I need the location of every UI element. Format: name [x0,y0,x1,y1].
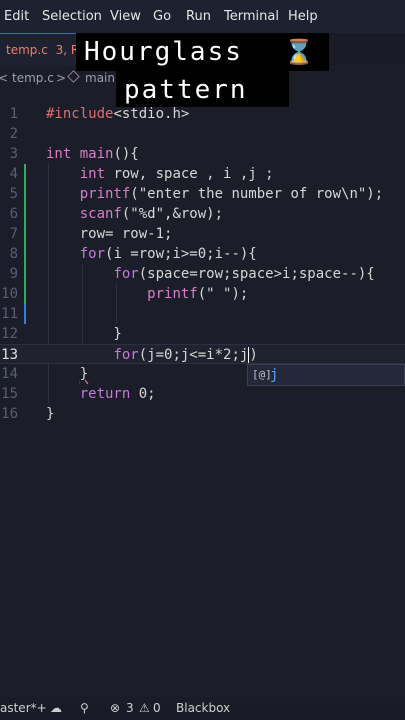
line-number: 16 [1,406,18,422]
code-text: } [46,326,122,342]
code-line: 5 printf("enter the number of row\n"); [0,184,405,204]
menu-selection[interactable]: Selection [42,9,102,24]
code-line: 9 for(space=row;space>i;space--){ [0,264,405,284]
title-overlay-line1: Hourglass ⌛ [76,33,329,71]
breadcrumb-file[interactable]: temp.c [12,65,54,91]
menu-run[interactable]: Run [186,9,211,24]
code-line: 15 return 0; [0,384,405,404]
menu-bar: Edit Selection View Go Run Terminal Help [0,0,405,33]
code-line-current: 13 for(j=0;j<=i*2;j) [0,344,405,364]
line-number: 8 [9,246,18,262]
code-text: } [46,406,55,422]
code-line: 12 } [0,324,405,344]
code-line: 11 [0,304,405,324]
code-text: return 0; [79,386,156,402]
code-text: for(space=row;space>i;space--){ [113,266,375,282]
line-number: 5 [9,186,18,202]
autocomplete-popup[interactable]: [@] j [247,364,405,386]
sync-icon[interactable]: ☁ [50,697,62,720]
line-number: 2 [9,126,18,142]
code-text: printf(" "); [147,286,249,302]
chevron-left-icon: < [0,71,9,85]
title-line2: pattern [124,75,248,105]
variable-icon: [@] [252,368,272,381]
code-line: 7 row= row-1; [0,224,405,244]
error-icon[interactable]: ⊗ [110,697,120,720]
symbol-method-icon [67,70,80,83]
warning-icon[interactable]: ⚠ [139,697,150,720]
code-text: } [79,366,89,382]
line-number: 1 [9,106,18,122]
title-line1: Hourglass [84,37,243,67]
code-text: row= row-1; [46,226,173,242]
menu-go[interactable]: Go [153,9,171,24]
code-line: 1 #include<stdio.h> [0,104,405,124]
line-number: 4 [9,166,18,182]
suggestion-item[interactable]: j [270,365,278,385]
tab-filename: temp.c [6,43,48,57]
title-overlay-line2: pattern [116,71,289,107]
code-text: scanf("%d",&row); [79,206,224,222]
code-line: 8 for(i =row;i>=0;i--){ [0,244,405,264]
line-number: 6 [9,206,18,222]
hourglass-icon: ⌛ [284,38,316,66]
tab-temp-c[interactable]: temp.c 3, R [0,33,80,65]
code-text: for(j=0;j<=i*2;j) [113,347,258,363]
warning-count: 0 [153,701,161,715]
status-bar: aster*+ ☁ ⚲ ⊗ 3 ⚠ 0 Blackbox [0,697,405,720]
menu-view[interactable]: View [110,9,141,24]
code-text: int row, space , i ,j ; [79,166,274,182]
line-number: 15 [1,386,18,402]
code-line: 2 [0,124,405,144]
code-line: 6 scanf("%d",&row); [0,204,405,224]
line-number: 7 [9,226,18,242]
code-text: for(i =row;i>=0;i--){ [79,246,257,262]
code-line: 4 int row, space , i ,j ; [0,164,405,184]
code-line: 10 printf(" "); [0,284,405,304]
line-number: 3 [9,146,18,162]
line-number: 11 [1,306,18,322]
menu-help[interactable]: Help [288,9,318,24]
menu-terminal[interactable]: Terminal [224,9,279,24]
error-count: 3 [126,701,134,715]
blackbox-status[interactable]: Blackbox [176,697,230,720]
line-number: 10 [1,286,18,302]
code-text: int main(){ [46,146,139,162]
branch-status[interactable]: aster*+ [0,697,47,720]
line-number: 9 [9,266,18,282]
code-line: 3 int main(){ [0,144,405,164]
code-text: printf("enter the number of row\n"); [79,186,384,202]
code-text: #include<stdio.h> [46,106,190,122]
line-number: 13 [1,347,18,363]
code-line: 16 } [0,404,405,424]
line-number: 12 [1,326,18,342]
git-graph-icon[interactable]: ⚲ [80,697,89,720]
line-number: 14 [1,366,18,382]
chevron-right-icon: > [56,71,67,85]
menu-edit[interactable]: Edit [4,9,29,24]
